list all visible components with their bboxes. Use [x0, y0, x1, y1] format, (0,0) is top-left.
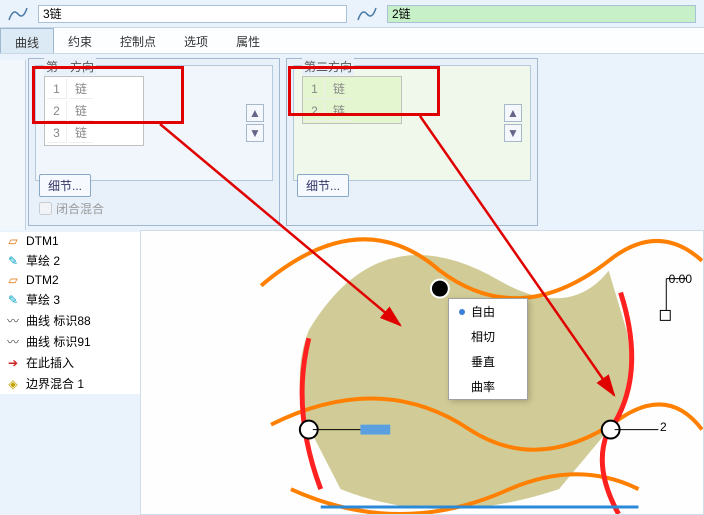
cm-label: 相切: [471, 328, 495, 345]
move-down-button[interactable]: ▼: [246, 124, 264, 142]
curve-icon: 〰: [6, 312, 20, 329]
tab-curves[interactable]: 曲线: [0, 28, 54, 53]
tree-item-dtm2[interactable]: ▱ DTM2: [0, 271, 140, 289]
panel2-chain-list[interactable]: 1链 2链: [302, 76, 402, 124]
tangency-context-menu: 自由 相切 垂直 曲率: [448, 298, 528, 400]
first-direction-input[interactable]: [38, 5, 347, 23]
top-input-row: [0, 0, 704, 28]
insert-icon: ➔: [6, 356, 20, 370]
graphics-canvas[interactable]: [140, 230, 704, 515]
curve-options-panels: 第一方向 1链 2链 3链 ▲ ▼ 细节... 闭合混合 第二方向 1链 2链: [28, 58, 538, 226]
cm-label: 自由: [471, 303, 495, 320]
tab-constraints[interactable]: 约束: [54, 28, 106, 53]
tree-label: 在此插入: [26, 354, 74, 371]
table-row: 3链: [47, 123, 93, 143]
bullet-icon: [459, 309, 465, 315]
constraint-label-2: 2: [660, 420, 667, 434]
tab-properties[interactable]: 属性: [222, 28, 274, 53]
tree-label: 曲线 标识88: [26, 312, 91, 329]
plane-icon: ▱: [6, 273, 20, 287]
table-row: 2链: [305, 101, 351, 121]
tree-label: 边界混合 1: [26, 375, 84, 392]
panel2-title: 第二方向: [302, 58, 354, 75]
move-down-button-2[interactable]: ▼: [504, 124, 522, 142]
cm-label: 曲率: [471, 378, 495, 395]
closed-blend-row[interactable]: 闭合混合: [39, 200, 104, 217]
tree-label: DTM2: [26, 273, 59, 287]
table-row: 1链: [47, 79, 93, 99]
constraint-label-0: 0.00: [669, 272, 692, 286]
table-row: 2链: [47, 101, 93, 121]
tree-label: 草绘 2: [26, 252, 60, 269]
tree-item-dtm1[interactable]: ▱ DTM1: [0, 232, 140, 250]
plane-icon: ▱: [6, 234, 20, 248]
cm-item-normal[interactable]: 垂直: [449, 349, 527, 374]
closed-blend-label: 闭合混合: [56, 200, 104, 217]
detail-button-1[interactable]: 细节...: [39, 174, 91, 197]
tab-options[interactable]: 选项: [170, 28, 222, 53]
sketch-icon: ✎: [6, 254, 20, 268]
tree-label: DTM1: [26, 234, 59, 248]
panel1-title: 第一方向: [44, 58, 96, 75]
tree-item-curve91[interactable]: 〰曲线 标识91: [0, 331, 140, 352]
move-up-button-2[interactable]: ▲: [504, 104, 522, 122]
tab-control-points[interactable]: 控制点: [106, 28, 170, 53]
tree-item-sketch3[interactable]: ✎ 草绘 3: [0, 289, 140, 310]
model-tree: ▱ DTM1 ✎ 草绘 2 ▱ DTM2 ✎ 草绘 3 〰曲线 标识88 〰曲线 标识9…: [0, 232, 140, 394]
curve-set-icon-1: [8, 6, 28, 22]
closed-blend-checkbox: [39, 202, 52, 215]
detail-button-2[interactable]: 细节...: [297, 174, 349, 197]
table-row: 1链: [305, 79, 351, 99]
sketch-icon: ✎: [6, 293, 20, 307]
panel-second-direction: 第二方向 1链 2链 ▲ ▼ 细节...: [286, 58, 538, 226]
tab-bar: 曲线 约束 控制点 选项 属性: [0, 28, 704, 54]
tree-item-curve88[interactable]: 〰曲线 标识88: [0, 310, 140, 331]
tree-item-sketch2[interactable]: ✎ 草绘 2: [0, 250, 140, 271]
tree-item-insert-here[interactable]: ➔ 在此插入: [0, 352, 140, 373]
move-up-button[interactable]: ▲: [246, 104, 264, 122]
panel1-chain-list[interactable]: 1链 2链 3链: [44, 76, 144, 146]
cm-label: 垂直: [471, 353, 495, 370]
cm-item-free[interactable]: 自由: [449, 299, 527, 324]
cm-item-tangent[interactable]: 相切: [449, 324, 527, 349]
panel-first-direction: 第一方向 1链 2链 3链 ▲ ▼ 细节... 闭合混合: [28, 58, 280, 226]
left-sidebar: [0, 60, 26, 230]
boundary-blend-icon: ◈: [6, 377, 20, 391]
tree-label: 草绘 3: [26, 291, 60, 308]
tree-label: 曲线 标识91: [26, 333, 91, 350]
curve-icon: 〰: [6, 333, 20, 350]
tree-item-boundary-blend1[interactable]: ◈ 边界混合 1: [0, 373, 140, 394]
curve-set-icon-2: [357, 6, 377, 22]
cm-item-curvature[interactable]: 曲率: [449, 374, 527, 399]
second-direction-input[interactable]: [387, 5, 696, 23]
